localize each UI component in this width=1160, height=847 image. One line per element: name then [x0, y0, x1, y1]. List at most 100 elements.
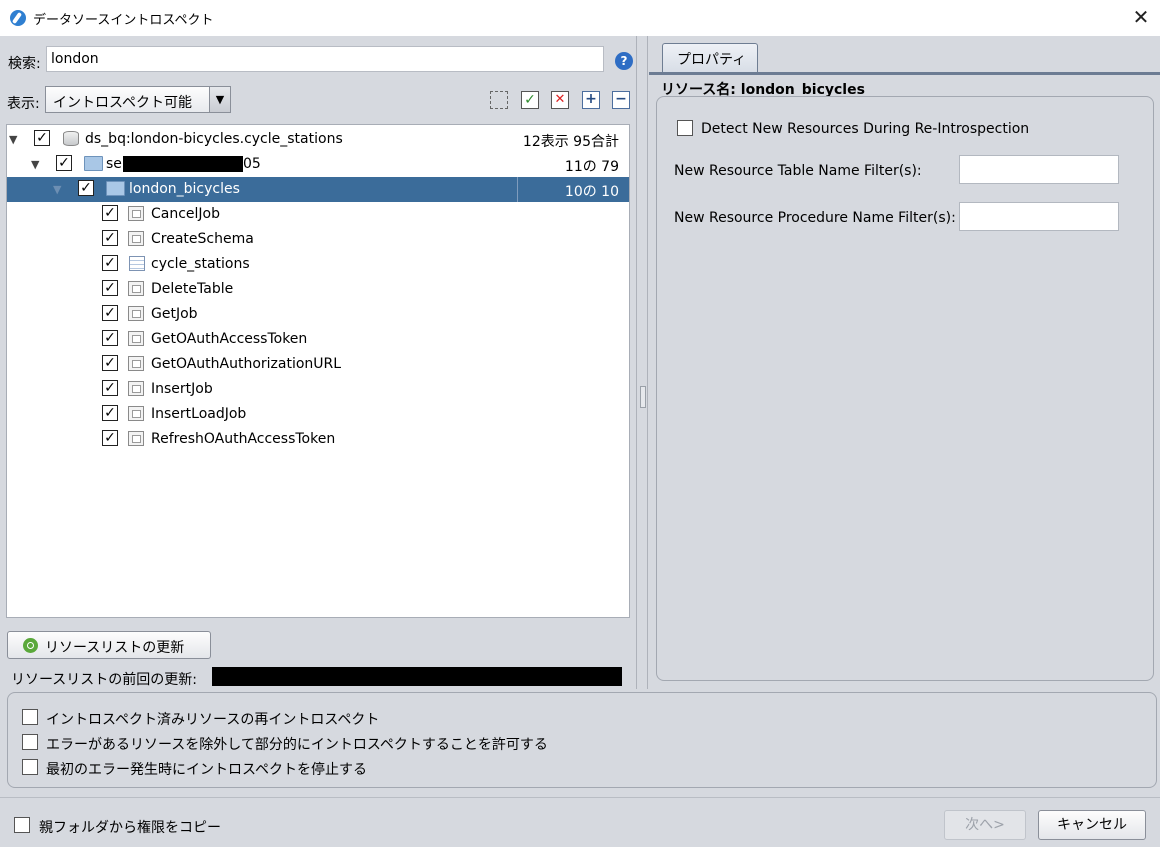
help-icon[interactable]: ? — [615, 52, 633, 70]
item-checkbox[interactable]: ✓ — [102, 205, 118, 221]
properties-panel: Detect New Resources During Re-Introspec… — [656, 96, 1154, 681]
tree-row-root[interactable]: ▼ ✓ ds_bq:london-bicycles.cycle_stations… — [7, 127, 629, 152]
schema-checkbox[interactable]: ✓ — [56, 155, 72, 171]
folder-icon — [84, 156, 103, 171]
copy-permissions-label: 親フォルダから権限をコピー — [39, 820, 221, 836]
detect-new-resources-label: Detect New Resources During Re-Introspec… — [701, 121, 1030, 137]
item-label: GetJob — [151, 306, 198, 322]
collapse-all-icon[interactable]: − — [612, 91, 630, 109]
item-label: CreateSchema — [151, 231, 254, 247]
tab-properties-label: プロパティ — [677, 52, 747, 68]
refresh-resource-list-button[interactable]: リソースリストの更新 — [7, 631, 211, 659]
tree-row-dataset[interactable]: ▼ ✓ london_bicycles 10の 10 — [7, 177, 629, 202]
item-label: InsertLoadJob — [151, 406, 247, 422]
schema-count: 11の 79 — [564, 159, 619, 175]
last-refresh-label: リソースリストの前回の更新: — [11, 672, 198, 688]
resource-tree[interactable]: ▼ ✓ ds_bq:london-bicycles.cycle_stations… — [6, 124, 630, 618]
tree-row-item[interactable]: ✓ CancelJob — [7, 202, 629, 227]
procedure-filter-label: New Resource Procedure Name Filter(s): — [674, 210, 956, 226]
stop-on-error-label: 最初のエラー発生時にイントロスペクトを停止する — [46, 762, 368, 778]
footer-divider — [0, 797, 1160, 798]
partial-introspect-label: エラーがあるリソースを除外して部分的にイントロスペクトすることを許可する — [46, 737, 548, 753]
stop-on-error-checkbox[interactable] — [22, 759, 38, 775]
folder-icon — [106, 181, 125, 196]
dataset-count: 10の 10 — [564, 184, 619, 200]
item-checkbox[interactable]: ✓ — [102, 405, 118, 421]
detect-new-resources-checkbox[interactable] — [677, 120, 693, 136]
tree-row-item[interactable]: ✓ InsertJob — [7, 377, 629, 402]
check-all-icon[interactable]: ✓ — [521, 91, 539, 109]
item-label: DeleteTable — [151, 281, 234, 297]
tree-row-item[interactable]: ✓ GetJob — [7, 302, 629, 327]
procedure-icon — [128, 331, 144, 346]
search-label: 検索: — [8, 56, 41, 72]
collapse-arrow-icon[interactable]: ▼ — [53, 183, 61, 196]
schema-label-prefix: se — [106, 156, 122, 172]
reintrospect-label: イントロスペクト済みリソースの再イントロスペクト — [46, 712, 380, 728]
next-button[interactable]: 次へ> — [944, 810, 1026, 840]
procedure-icon — [128, 356, 144, 371]
reintrospect-checkbox[interactable] — [22, 709, 38, 725]
copy-permissions-checkbox[interactable] — [14, 817, 30, 833]
dataset-checkbox[interactable]: ✓ — [78, 180, 94, 196]
item-checkbox[interactable]: ✓ — [102, 280, 118, 296]
item-checkbox[interactable]: ✓ — [102, 305, 118, 321]
uncheck-all-icon[interactable]: ✕ — [551, 91, 569, 109]
window-title: データソースイントロスペクト — [33, 13, 214, 28]
title-bar: データソースイントロスペクト ✕ — [0, 0, 1160, 36]
item-label: InsertJob — [151, 381, 213, 397]
tree-row-item[interactable]: ✓ CreateSchema — [7, 227, 629, 252]
root-count: 12表示 95合計 — [522, 134, 619, 150]
redacted-block — [212, 667, 622, 686]
procedure-icon — [128, 306, 144, 321]
partial-introspect-checkbox[interactable] — [22, 734, 38, 750]
display-filter-select[interactable]: イントロスペクト可能 ▼ — [45, 86, 231, 113]
dataset-label: london_bicycles — [129, 181, 240, 197]
tree-row-item[interactable]: ✓ RefreshOAuthAccessToken — [7, 427, 629, 452]
tree-view-icon[interactable] — [490, 91, 508, 109]
item-checkbox[interactable]: ✓ — [102, 355, 118, 371]
item-checkbox[interactable]: ✓ — [102, 430, 118, 446]
tree-row-item[interactable]: ✓ InsertLoadJob — [7, 402, 629, 427]
tree-row-item[interactable]: ✓ cycle_stations — [7, 252, 629, 277]
procedure-icon — [128, 206, 144, 221]
panel-splitter[interactable] — [636, 36, 648, 689]
collapse-arrow-icon[interactable]: ▼ — [31, 158, 39, 171]
table-filter-label: New Resource Table Name Filter(s): — [674, 163, 922, 179]
tree-row-item[interactable]: ✓ DeleteTable — [7, 277, 629, 302]
item-checkbox[interactable]: ✓ — [102, 330, 118, 346]
refresh-icon — [23, 638, 38, 653]
procedure-icon — [128, 406, 144, 421]
item-checkbox[interactable]: ✓ — [102, 255, 118, 271]
tree-row-schema[interactable]: ▼ ✓ se 05 11の 79 — [7, 152, 629, 177]
splitter-grip-icon[interactable] — [640, 386, 646, 408]
app-logo-icon — [10, 10, 26, 26]
expand-all-icon[interactable]: + — [582, 91, 600, 109]
procedure-filter-input[interactable] — [959, 202, 1119, 231]
root-checkbox[interactable]: ✓ — [34, 130, 50, 146]
procedure-icon — [128, 281, 144, 296]
introspection-options-panel: イントロスペクト済みリソースの再イントロスペクト エラーがあるリソースを除外して… — [7, 692, 1157, 788]
redacted-block — [123, 156, 243, 172]
refresh-button-label: リソースリストの更新 — [45, 640, 185, 656]
search-input[interactable] — [46, 46, 604, 72]
tree-row-item[interactable]: ✓ GetOAuthAccessToken — [7, 327, 629, 352]
schema-label-suffix: 05 — [243, 156, 261, 172]
cancel-button[interactable]: キャンセル — [1038, 810, 1146, 840]
display-filter-value: イントロスペクト可能 — [53, 95, 193, 111]
chevron-down-icon[interactable]: ▼ — [209, 87, 230, 112]
procedure-icon — [128, 231, 144, 246]
splitter-line — [647, 36, 648, 689]
item-label: CancelJob — [151, 206, 221, 222]
root-label: ds_bq:london-bicycles.cycle_stations — [85, 131, 343, 147]
tree-row-item[interactable]: ✓ GetOAuthAuthorizationURL — [7, 352, 629, 377]
item-checkbox[interactable]: ✓ — [102, 380, 118, 396]
item-label: cycle_stations — [151, 256, 250, 272]
item-checkbox[interactable]: ✓ — [102, 230, 118, 246]
splitter-line — [636, 36, 637, 689]
tab-underline — [649, 72, 1160, 75]
tab-properties[interactable]: プロパティ — [662, 43, 758, 73]
collapse-arrow-icon[interactable]: ▼ — [9, 133, 17, 146]
table-filter-input[interactable] — [959, 155, 1119, 184]
close-icon[interactable]: ✕ — [1128, 4, 1154, 30]
